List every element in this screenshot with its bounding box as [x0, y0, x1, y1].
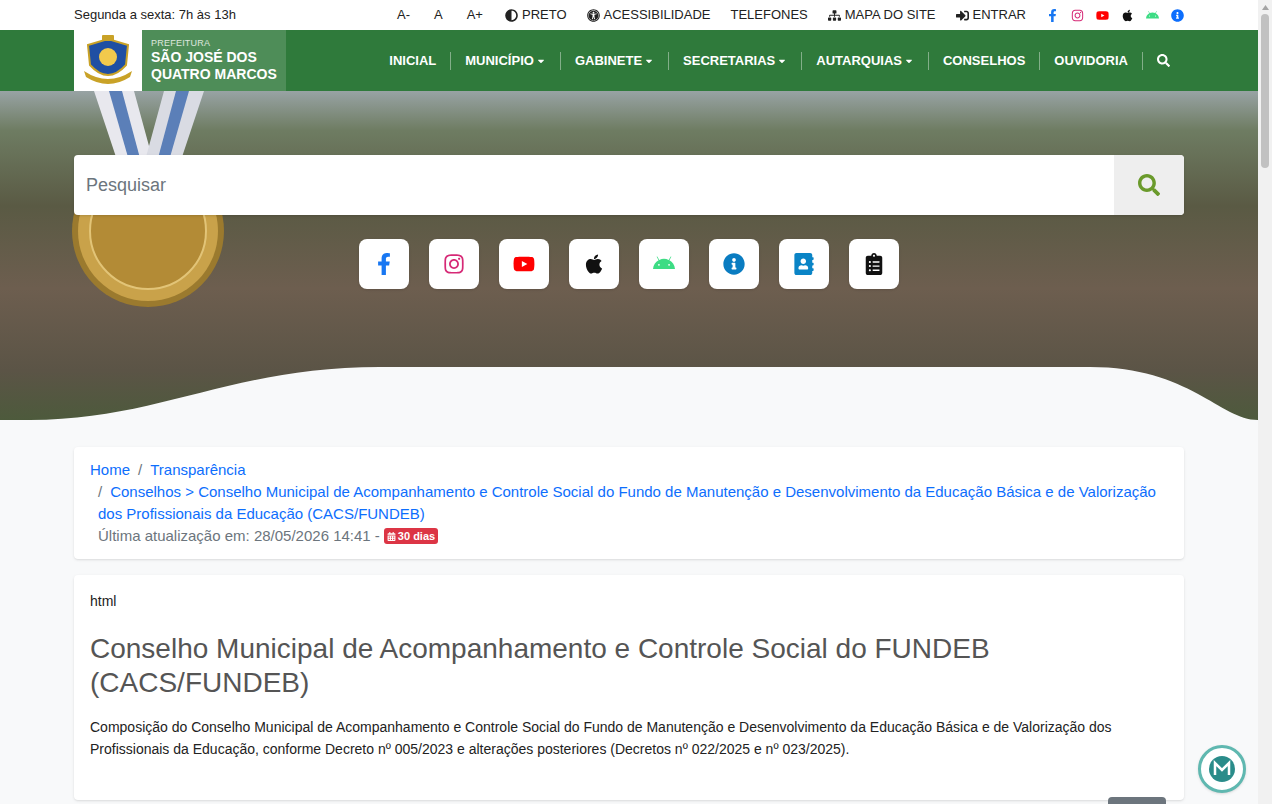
search-button[interactable] [1114, 155, 1184, 215]
logo-name: QUATRO MARCOS [151, 66, 277, 83]
quick-link-button[interactable] [359, 239, 409, 289]
logo[interactable]: PREFEITURASÃO JOSÉ DOSQUATRO MARCOS [74, 30, 286, 91]
apple-icon [583, 253, 605, 275]
calendar-icon [387, 532, 396, 541]
facebook-icon [373, 253, 395, 275]
quick-link-button[interactable] [709, 239, 759, 289]
info-icon [723, 253, 745, 275]
font-size-button[interactable]: A [432, 5, 445, 25]
apple-icon[interactable] [1121, 9, 1134, 22]
menu-item[interactable]: SECRETARIAS [668, 52, 801, 70]
top-link[interactable]: ACESSIBILIDADE [587, 5, 711, 25]
android-icon[interactable] [1146, 9, 1159, 22]
menu-item[interactable]: OUVIDORIA [1039, 52, 1142, 70]
breadcrumb-link[interactable]: Conselhos > Conselho Municipal de Acompa… [98, 483, 1156, 522]
search-input[interactable]: Pesquisar [74, 155, 1114, 215]
back-to-top-button[interactable] [1108, 797, 1166, 804]
main-menu: INICIALMUNICÍPIOGABINETESECRETARIASAUTAR… [375, 52, 1184, 70]
top-link[interactable]: PRETO [505, 5, 567, 25]
instagram-icon[interactable] [1071, 9, 1084, 22]
quick-link-button[interactable] [849, 239, 899, 289]
contrast-icon [505, 9, 518, 22]
info-icon[interactable] [1171, 9, 1184, 22]
sitemap-icon [828, 9, 841, 22]
quick-link-button[interactable] [499, 239, 549, 289]
scrollbar[interactable] [1258, 0, 1272, 804]
android-icon [653, 253, 675, 275]
breadcrumb-link[interactable]: Home [90, 461, 130, 478]
contacts-icon [793, 253, 815, 275]
youtube-icon [513, 253, 535, 275]
search-icon [1138, 174, 1160, 196]
facebook-icon[interactable] [1046, 9, 1059, 22]
viewport: Segunda a sexta: 7h às 13h A- A A+ PRETO ACES… [0, 0, 1258, 804]
accessibility-icon [587, 9, 600, 22]
top-link[interactable]: TELEFONES [730, 5, 807, 25]
search-icon[interactable] [1142, 52, 1184, 70]
page: Segunda a sexta: 7h às 13h A- A A+ PRETO ACES… [0, 0, 1272, 804]
instagram-icon [443, 253, 465, 275]
clipboard-icon [863, 253, 885, 275]
quick-link-button[interactable] [639, 239, 689, 289]
arrow-up-icon [1262, 5, 1269, 10]
crest-icon [80, 35, 136, 87]
caret-icon [777, 56, 787, 66]
menu-item[interactable]: GABINETE [560, 52, 668, 70]
caret-icon [904, 56, 914, 66]
breadcrumb: Home/Transparência/Conselhos > Conselho … [90, 459, 1168, 547]
top-bar: Segunda a sexta: 7h às 13h A- A A+ PRETO ACES… [0, 0, 1258, 30]
top-link[interactable]: MAPA DO SITE [828, 5, 936, 25]
nav-bar: PREFEITURASÃO JOSÉ DOSQUATRO MARCOS INICI… [0, 30, 1258, 91]
caret-icon [536, 56, 546, 66]
quick-links [74, 239, 1184, 289]
caret-icon [644, 56, 654, 66]
logo-small-text: PREFEITURA [151, 38, 277, 49]
font-size-button[interactable]: A+ [465, 5, 485, 25]
scrollbar-thumb[interactable] [1261, 14, 1269, 168]
chat-icon [1207, 754, 1237, 784]
content-label: html [90, 591, 1168, 612]
last-updated: Última atualização em: 28/05/2026 14:41 … [98, 525, 1168, 547]
content-text: Composição do Conselho Municipal de Acom… [90, 716, 1168, 760]
top-link[interactable]: ENTRAR [956, 5, 1026, 25]
search-bar: Pesquisar [74, 155, 1184, 215]
menu-item[interactable]: CONSELHOS [928, 52, 1039, 70]
breadcrumb-card: Home/Transparência/Conselhos > Conselho … [74, 447, 1184, 559]
youtube-icon[interactable] [1096, 9, 1109, 22]
breadcrumb-link[interactable]: Transparência [150, 461, 245, 478]
hero-curve-icon [0, 367, 1258, 420]
menu-item[interactable]: INICIAL [375, 52, 450, 70]
office-hours: Segunda a sexta: 7h às 13h [74, 5, 236, 25]
quick-link-button[interactable] [429, 239, 479, 289]
logo-name: SÃO JOSÉ DOS [151, 49, 277, 66]
content-card: html Conselho Municipal de Acompanhamento… [74, 575, 1184, 800]
content-title: Conselho Municipal de Acompanhamento e C… [90, 632, 1168, 700]
chat-button[interactable] [1198, 745, 1246, 793]
font-size-button[interactable]: A- [395, 5, 412, 25]
hero: Pesquisar [0, 91, 1258, 420]
quick-link-button[interactable] [569, 239, 619, 289]
quick-link-button[interactable] [779, 239, 829, 289]
login-icon [956, 9, 969, 22]
menu-item[interactable]: MUNICÍPIO [450, 52, 560, 70]
age-badge: 30 dias [384, 528, 438, 544]
menu-item[interactable]: AUTARQUIAS [801, 52, 928, 70]
